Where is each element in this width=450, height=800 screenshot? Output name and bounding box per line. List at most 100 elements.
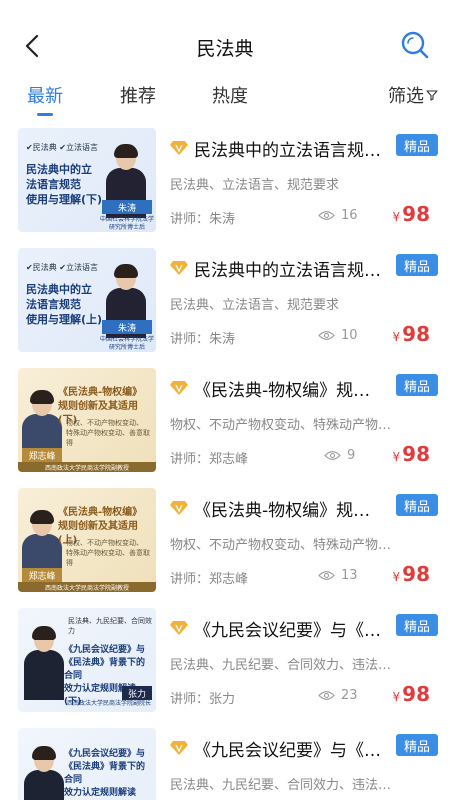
course-keywords: 民法典、立法语言、规范要求 xyxy=(170,178,340,193)
eye-icon xyxy=(324,451,341,460)
list-item[interactable]: 民法典、九民纪要、合同效力 《九民会议纪要》与 《民法典》背景下的合同 效力认定… xyxy=(0,608,450,712)
filter-label: 筛选 xyxy=(388,86,424,107)
course-price: ¥ 98 xyxy=(393,562,430,586)
eye-icon xyxy=(318,691,335,700)
course-teacher: 讲师：朱涛 xyxy=(170,212,236,227)
view-count-value: 23 xyxy=(341,688,358,703)
list-item[interactable]: 《九民会议纪要》与 《民法典》背景下的合同 效力认定规则解读(上) 《九民会议纪… xyxy=(0,728,450,800)
premium-badge: 精品 xyxy=(396,734,438,756)
list-item[interactable]: ✔民法典 ✔立法语言 民法典中的立 法语言规范 使用与理解(上) 朱涛 中国社会… xyxy=(0,248,450,352)
tab-recommended[interactable]: 推荐 xyxy=(120,82,156,108)
currency-symbol: ¥ xyxy=(392,690,401,704)
view-count: 16 xyxy=(318,208,358,223)
premium-badge: 精品 xyxy=(396,494,438,516)
course-keywords: 物权、不动产物权变动、特殊动产物权变动 xyxy=(170,418,402,433)
list-item[interactable]: ✔民法典 ✔立法语言 民法典中的立 法语言规范 使用与理解(下) 朱涛 中国社会… xyxy=(0,128,450,232)
course-thumbnail: 民法典、九民纪要、合同效力 《九民会议纪要》与 《民法典》背景下的合同 效力认定… xyxy=(18,608,156,712)
thumbnail-footer: 西南政法大学民商法学院副教授 xyxy=(18,462,156,472)
thumbnail-name: 郑志峰 xyxy=(22,568,62,582)
eye-icon xyxy=(318,571,335,580)
thumbnail-subtitle: 物权、不动产物权变动、 特殊动产物权变动、善意取得 xyxy=(66,419,150,447)
course-thumbnail: 《九民会议纪要》与 《民法典》背景下的合同 效力认定规则解读(上) xyxy=(18,728,156,800)
lecturer-photo xyxy=(24,746,64,800)
course-teacher: 讲师：张力 xyxy=(170,692,236,707)
tab-indicator xyxy=(37,113,53,116)
search-button[interactable] xyxy=(400,30,430,60)
premium-badge: 精品 xyxy=(396,614,438,636)
course-info: 《九民会议纪要》与《民法典》背景下的合同效力认定规则解读(下) 精品 民法典、九… xyxy=(168,608,440,712)
thumbnail-title: 民法典中的立 法语言规范 使用与理解(上) xyxy=(26,283,103,326)
course-title: 《民法典-物权编》规则创新及其适用(上) xyxy=(194,501,384,521)
currency-symbol: ¥ xyxy=(392,210,401,224)
currency-symbol: ¥ xyxy=(392,570,401,584)
thumbnail-name: 郑志峰 xyxy=(22,448,62,462)
course-keywords: 民法典、九民纪要、合同效力、违法合同 xyxy=(170,778,402,793)
thumbnail-title: 《九民会议纪要》与 《民法典》背景下的合同 效力认定规则解读(上) xyxy=(64,749,146,798)
course-thumbnail: ✔民法典 ✔立法语言 民法典中的立 法语言规范 使用与理解(下) 朱涛 中国社会… xyxy=(18,128,156,232)
price-value: 98 xyxy=(402,202,430,226)
thumbnail-caption: 中国社会科学院法学 研究所博士后 xyxy=(99,336,154,351)
course-title: 民法典中的立法语言规范使用与理解(下) xyxy=(194,141,384,161)
course-info: 民法典中的立法语言规范使用与理解(上) 精品 民法典、立法语言、规范要求 讲师：… xyxy=(168,248,440,352)
thumbnail-caption: 中国社会科学院法学 研究所博士后 xyxy=(99,216,154,231)
vip-diamond-icon xyxy=(170,621,188,635)
course-info: 民法典中的立法语言规范使用与理解(下) 精品 民法典、立法语言、规范要求 讲师：… xyxy=(168,128,440,232)
thumbnail-subtitle: 物权、不动产物权变动、 特殊动产物权变动、善意取得 xyxy=(66,539,150,567)
course-info: 《民法典-物权编》规则创新及其适用(下) 精品 物权、不动产物权变动、特殊动产物… xyxy=(168,368,440,472)
tab-popularity[interactable]: 热度 xyxy=(212,82,248,108)
tab-latest[interactable]: 最新 xyxy=(27,82,63,108)
course-keywords: 民法典、九民纪要、合同效力、违法合同 xyxy=(170,658,402,673)
view-count-value: 10 xyxy=(341,328,358,343)
course-keywords: 物权、不动产物权变动、特殊动产物权变动 xyxy=(170,538,402,553)
course-price: ¥ 98 xyxy=(393,682,430,706)
vip-diamond-icon xyxy=(170,261,188,275)
thumbnail-tags: ✔民法典 ✔立法语言 xyxy=(26,263,98,272)
course-info: 《九民会议纪要》与《民法典》背景下的合同效力认定规则解读(上) 精品 民法典、九… xyxy=(168,728,440,800)
list-item[interactable]: 《民法典-物权编》 规则创新及其适用(下) 物权、不动产物权变动、 特殊动产物权… xyxy=(0,368,450,472)
thumbnail-name: 朱涛 xyxy=(102,200,152,214)
view-count: 9 xyxy=(324,448,355,463)
course-teacher: 讲师：郑志峰 xyxy=(170,452,249,467)
view-count-value: 9 xyxy=(347,448,356,463)
filter-button[interactable]: 筛选 xyxy=(388,82,438,108)
price-value: 98 xyxy=(402,322,430,346)
course-price: ¥ 98 xyxy=(393,442,430,466)
currency-symbol: ¥ xyxy=(392,330,401,344)
view-count-value: 13 xyxy=(341,568,358,583)
course-price: ¥ 98 xyxy=(393,322,430,346)
course-info: 《民法典-物权编》规则创新及其适用(上) 精品 物权、不动产物权变动、特殊动产物… xyxy=(168,488,440,592)
price-value: 98 xyxy=(402,562,430,586)
view-count-value: 16 xyxy=(341,208,358,223)
thumbnail-footer: 西南政法大学民商法学院副教授 xyxy=(18,582,156,592)
price-value: 98 xyxy=(402,682,430,706)
price-value: 98 xyxy=(402,442,430,466)
thumbnail-name: 朱涛 xyxy=(102,320,152,334)
thumbnail-subtitle: 民法典、九民纪要、合同效力 xyxy=(68,617,152,635)
course-title: 《民法典-物权编》规则创新及其适用(下) xyxy=(194,381,384,401)
vip-diamond-icon xyxy=(170,741,188,755)
course-title: 《九民会议纪要》与《民法典》背景下的合同效力认定规则解读(下) xyxy=(194,621,384,641)
vip-diamond-icon xyxy=(170,501,188,515)
course-teacher: 讲师：朱涛 xyxy=(170,332,236,347)
list-item[interactable]: 《民法典-物权编》 规则创新及其适用(上) 物权、不动产物权变动、 特殊动产物权… xyxy=(0,488,450,592)
course-title: 民法典中的立法语言规范使用与理解(上) xyxy=(194,261,384,281)
search-icon xyxy=(401,31,429,59)
course-title: 《九民会议纪要》与《民法典》背景下的合同效力认定规则解读(上) xyxy=(194,741,384,761)
thumbnail-title: 民法典中的立 法语言规范 使用与理解(下) xyxy=(26,163,103,206)
premium-badge: 精品 xyxy=(396,254,438,276)
thumbnail-tags: ✔民法典 ✔立法语言 xyxy=(26,143,98,152)
filter-icon xyxy=(426,90,438,101)
vip-diamond-icon xyxy=(170,381,188,395)
course-thumbnail: 《民法典-物权编》 规则创新及其适用(下) 物权、不动产物权变动、 特殊动产物权… xyxy=(18,368,156,472)
course-thumbnail: 《民法典-物权编》 规则创新及其适用(上) 物权、不动产物权变动、 特殊动产物权… xyxy=(18,488,156,592)
eye-icon xyxy=(318,331,335,340)
lecturer-photo xyxy=(24,626,64,700)
page-title: 民法典 xyxy=(196,38,254,60)
premium-badge: 精品 xyxy=(396,374,438,396)
view-count: 10 xyxy=(318,328,358,343)
thumbnail-caption: 西南政法大学民商法学院副院长 xyxy=(66,700,151,707)
course-thumbnail: ✔民法典 ✔立法语言 民法典中的立 法语言规范 使用与理解(上) 朱涛 中国社会… xyxy=(18,248,156,352)
course-price: ¥ 98 xyxy=(393,202,430,226)
eye-icon xyxy=(318,211,335,220)
premium-badge: 精品 xyxy=(396,134,438,156)
